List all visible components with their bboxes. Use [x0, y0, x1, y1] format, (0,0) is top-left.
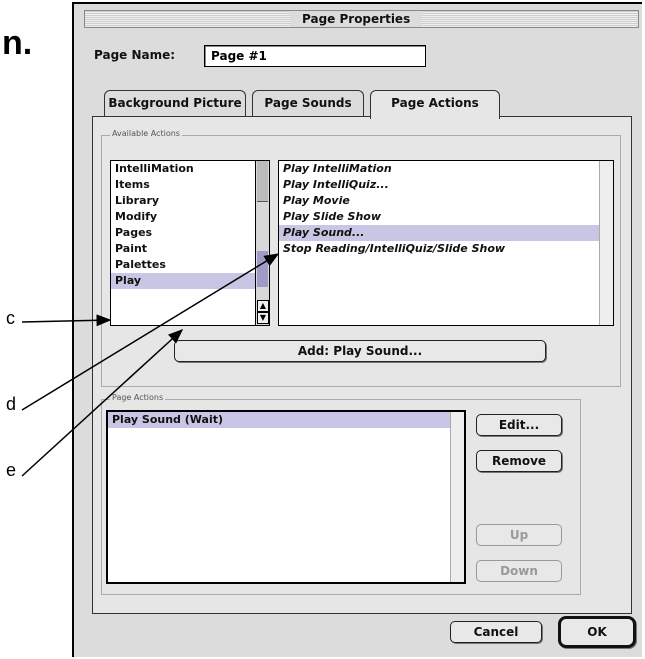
available-actions-group: Available Actions IntelliMation Items Li…	[101, 129, 621, 387]
page-actions-group: Page Actions Play Sound (Wait) Edit... R…	[101, 393, 581, 595]
title-bar[interactable]: Page Properties	[84, 10, 639, 28]
callout-c: c	[6, 308, 15, 328]
callout-d: d	[6, 394, 17, 414]
tab-background-picture[interactable]: Background Picture	[104, 90, 246, 116]
available-actions-label: Available Actions	[110, 129, 182, 138]
tab-page-actions[interactable]: Page Actions	[370, 90, 500, 119]
page-actions-scrollbar[interactable]	[450, 412, 464, 582]
category-scrollbar[interactable]: ▲ ▼	[255, 161, 269, 325]
action-item[interactable]: Stop Reading/IntelliQuiz/Slide Show	[279, 241, 613, 257]
category-item[interactable]: Library	[111, 193, 269, 209]
category-item[interactable]: Paint	[111, 241, 269, 257]
tab-panel: Available Actions IntelliMation Items Li…	[92, 116, 632, 614]
figure-letter: n.	[2, 24, 33, 62]
scroll-down-arrow-icon[interactable]: ▼	[257, 312, 269, 324]
category-item[interactable]: IntelliMation	[111, 161, 269, 177]
category-item-selected[interactable]: Play	[111, 273, 269, 289]
scroll-track-shade	[257, 251, 268, 287]
page-properties-dialog: Page Properties Page Name: Page #1 Backg…	[72, 2, 642, 657]
page-name-input[interactable]: Page #1	[204, 45, 426, 67]
action-item[interactable]: Play IntelliQuiz...	[279, 177, 613, 193]
category-item[interactable]: Items	[111, 177, 269, 193]
page-actions-label: Page Actions	[110, 393, 166, 402]
down-button[interactable]: Down	[476, 560, 562, 582]
page-action-item-selected[interactable]: Play Sound (Wait)	[108, 412, 464, 428]
category-list[interactable]: IntelliMation Items Library Modify Pages…	[110, 160, 270, 326]
dialog-title: Page Properties	[290, 11, 423, 27]
action-item[interactable]: Play Movie	[279, 193, 613, 209]
scroll-up-arrow-icon[interactable]: ▲	[257, 300, 269, 312]
up-button[interactable]: Up	[476, 524, 562, 546]
category-item[interactable]: Modify	[111, 209, 269, 225]
action-item-selected[interactable]: Play Sound...	[279, 225, 613, 241]
category-item[interactable]: Pages	[111, 225, 269, 241]
cancel-button[interactable]: Cancel	[450, 621, 542, 643]
scroll-thumb[interactable]	[257, 161, 268, 202]
action-list[interactable]: Play IntelliMation Play IntelliQuiz... P…	[278, 160, 614, 326]
callout-e: e	[6, 460, 17, 480]
page-name-label: Page Name:	[94, 48, 176, 62]
tab-page-sounds[interactable]: Page Sounds	[252, 90, 364, 116]
category-item[interactable]: Palettes	[111, 257, 269, 273]
action-item[interactable]: Play IntelliMation	[279, 161, 613, 177]
action-scrollbar[interactable]	[599, 161, 613, 325]
add-action-button[interactable]: Add: Play Sound...	[174, 340, 546, 362]
edit-button[interactable]: Edit...	[476, 414, 562, 436]
remove-button[interactable]: Remove	[476, 450, 562, 472]
ok-button[interactable]: OK	[558, 616, 636, 648]
action-item[interactable]: Play Slide Show	[279, 209, 613, 225]
page-actions-list[interactable]: Play Sound (Wait)	[106, 410, 466, 584]
